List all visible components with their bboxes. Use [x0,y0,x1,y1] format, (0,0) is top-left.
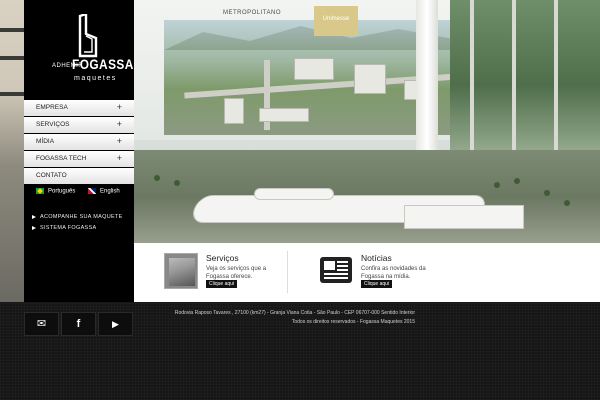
hero-column [416,0,438,170]
menu-item-label: EMPRESA [36,104,68,111]
model-tree [564,200,570,206]
footer-address: Rodovia Raposo Tavares , 27100 (km27) - … [174,310,415,316]
expand-plus-icon: + [116,119,122,129]
model-tree [514,178,520,184]
facebook-icon: f [76,318,81,330]
email-icon: ✉ [36,318,47,330]
play-icon: ▶ [112,319,119,329]
footer-copyright: Todos os direitos reservados - Fogassa M… [291,319,415,325]
shelf-line [0,56,24,60]
mural-building [354,64,386,94]
glass-mullion [512,0,516,170]
video-button[interactable]: ▶ [98,312,133,336]
arrow-right-icon [32,214,36,219]
lang-option-english[interactable]: English [88,188,120,195]
services-text: Veja os serviços que a Fogassa oferece. [206,266,267,280]
model-tree [494,182,500,188]
menu-item-empresa[interactable]: EMPRESA + [24,100,134,116]
menu-item-label: FOGASSA TECH [36,155,87,162]
model-tree [174,180,180,186]
glass-mullion [554,0,558,170]
services-title: Serviços [206,253,239,263]
services-thumbnail[interactable] [164,253,198,289]
news-block: Notícias Confira as novidades da Fogassa… [319,253,439,293]
hero-sign-unimesse: Unimesse [314,6,358,36]
link-sistema-fogassa[interactable]: SISTEMA FOGASSA [32,223,132,234]
logo-name: FOGASSA [72,56,134,72]
hero-image-maquete: METROPOLITANO Unimesse [134,0,600,243]
services-block: Serviços Veja os serviços que a Fogassa … [164,253,284,293]
main-menu: EMPRESA + SERVIÇOS + MÍDIA + FOGASSA TEC… [24,100,134,185]
model-white-structure [254,188,334,200]
arrow-right-icon [32,225,36,230]
hero-glass-wall [450,0,600,170]
info-bar: Serviços Veja os serviços que a Fogassa … [134,243,600,302]
model-tree [154,175,160,181]
menu-item-fogassa-tech[interactable]: FOGASSA TECH + [24,151,134,167]
menu-item-contato[interactable]: CONTATO [24,168,134,184]
glass-mullion [470,0,474,170]
facebook-button[interactable]: f [61,312,96,336]
hero-sign-metropolitano: METROPOLITANO [222,10,282,16]
quick-links: ACOMPANHE SUA MAQUETE SISTEMA FOGASSA [32,212,132,234]
logo-tagline: maquetes [74,75,117,82]
sidebar: ADHEMIR FOGASSA maquetes EMPRESA + SERVI… [24,0,134,302]
left-photo-strip [0,0,24,302]
mural-building [294,58,334,80]
news-text: Confira as novidades da Fogassa na mídia… [361,266,426,280]
expand-plus-icon: + [116,136,122,146]
street-photo [169,258,195,286]
language-selector: Português English [24,186,134,200]
menu-item-midia[interactable]: MÍDIA + [24,134,134,150]
info-divider [287,251,288,293]
menu-item-label: SERVIÇOS [36,121,70,128]
model-tree [544,190,550,196]
brazil-flag-icon [36,188,44,194]
mural-building [259,108,309,122]
news-button[interactable]: Clique aqui [361,280,393,288]
link-label: ACOMPANHE SUA MAQUETE [40,214,123,220]
logo-b-mark-icon [78,14,98,58]
news-title: Notícias [361,253,392,263]
shelf-line [0,28,24,32]
shelf-line [0,92,24,96]
newspaper-icon[interactable] [319,255,353,285]
menu-item-label: MÍDIA [36,138,55,145]
lang-label: English [100,188,120,195]
menu-item-servicos[interactable]: SERVIÇOS + [24,117,134,133]
mural-building [224,98,244,124]
expand-plus-icon: + [116,153,122,163]
link-acompanhe-maquete[interactable]: ACOMPANHE SUA MAQUETE [32,212,132,223]
model-white-structure [404,205,524,229]
link-label: SISTEMA FOGASSA [40,225,97,231]
lang-label: Português [48,188,76,195]
expand-plus-icon: + [116,102,122,112]
menu-item-label: CONTATO [36,172,67,179]
lang-option-portugues[interactable]: Português [36,188,75,195]
uk-flag-icon [88,188,96,194]
email-button[interactable]: ✉ [24,312,59,336]
social-links: ✉ f ▶ [24,312,134,337]
brand-logo[interactable]: ADHEMIR FOGASSA maquetes [24,8,134,94]
services-button[interactable]: Clique aqui [206,280,238,288]
